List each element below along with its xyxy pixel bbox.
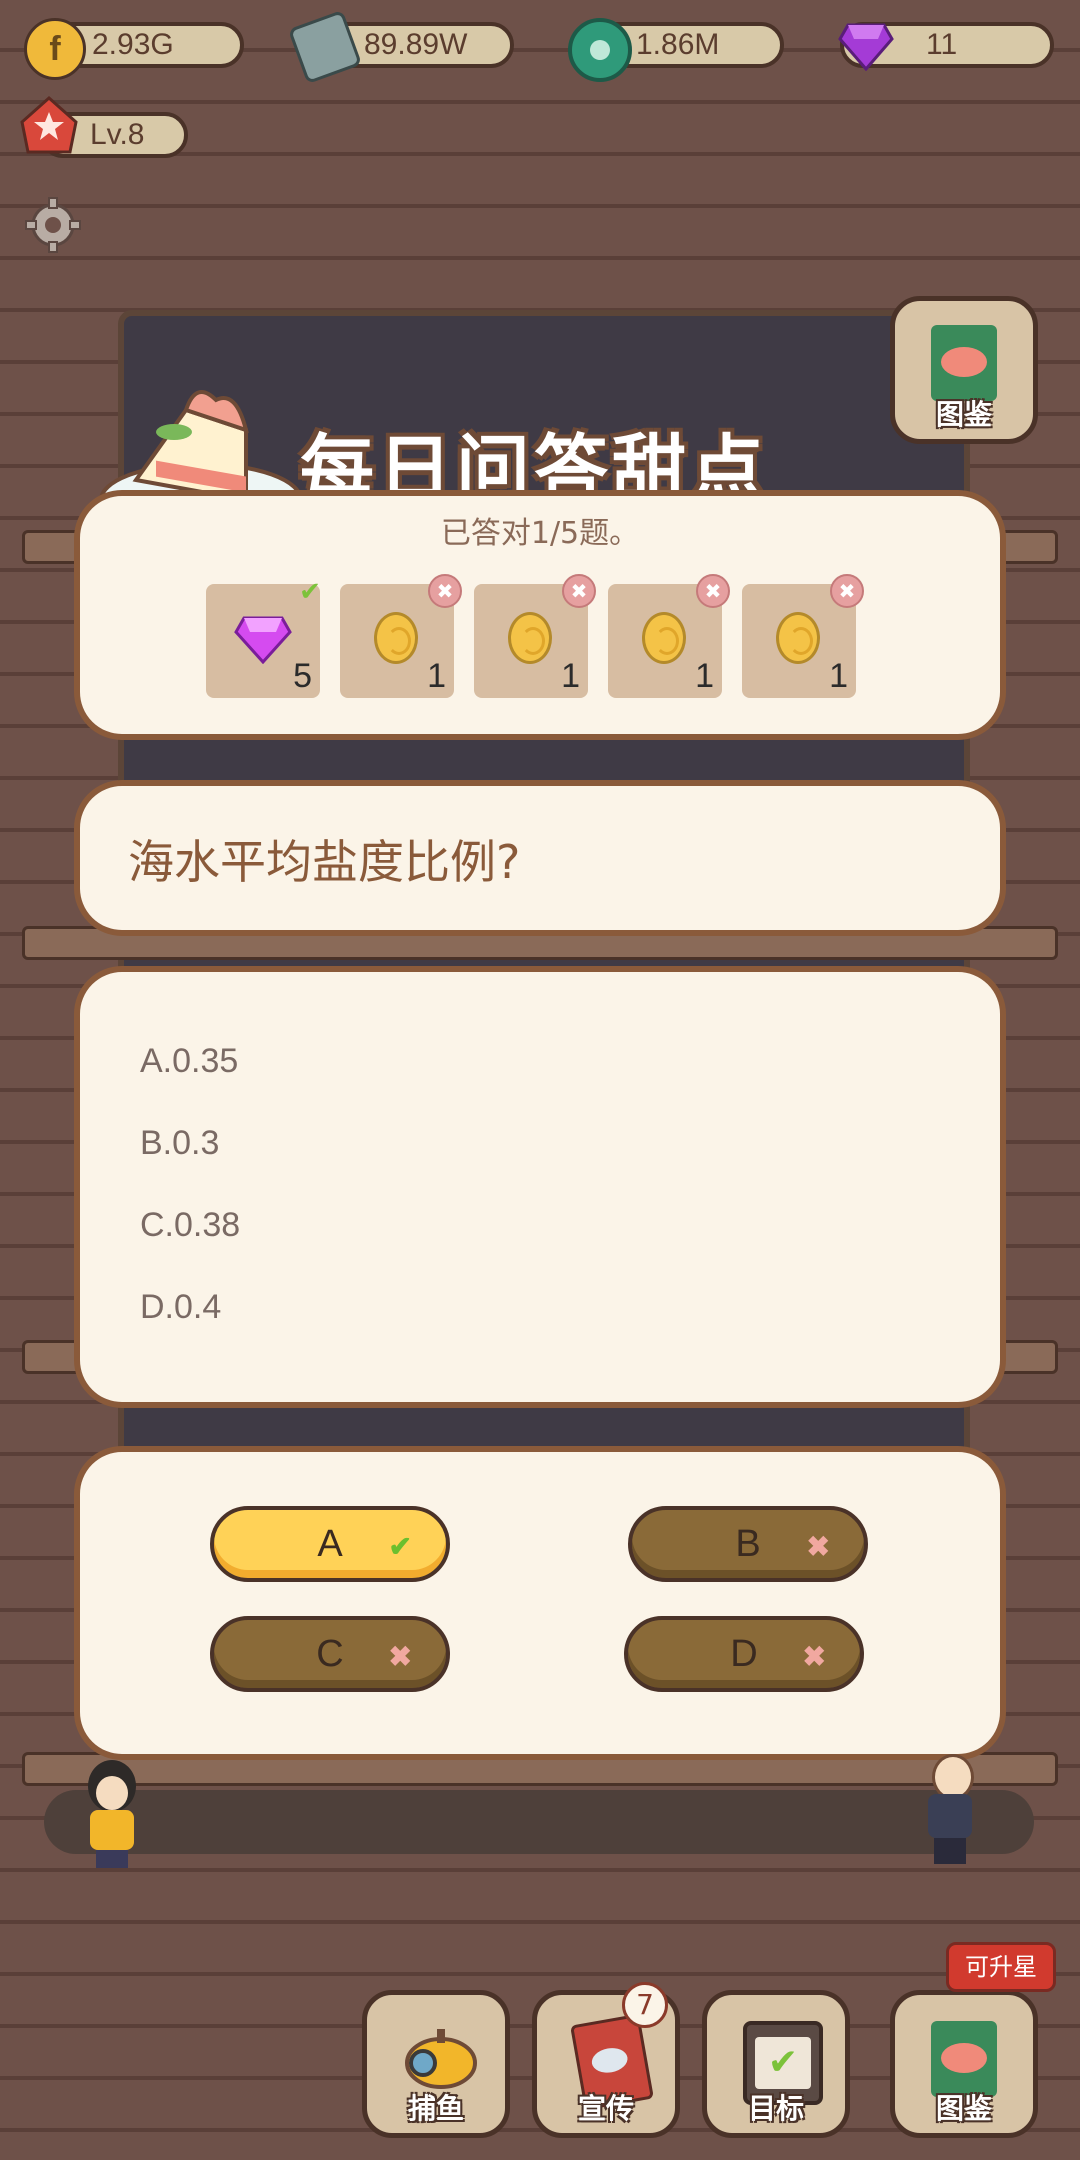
submarine-icon [397, 2023, 479, 2093]
cross-icon: ✖ [388, 1641, 412, 1672]
cash-counter[interactable]: 89.89W [287, 9, 514, 85]
answer-c-button[interactable]: C ✖ [210, 1616, 450, 1692]
reward-slot-3: ✖ 1 [474, 574, 596, 698]
purple-gem-icon [234, 616, 292, 664]
nav-fishing-button[interactable]: 捕鱼 [362, 1990, 510, 2138]
check-icon: ✔ [299, 577, 321, 607]
question-text: 海水平均盐度比例? [128, 835, 521, 889]
nav-goals-button[interactable]: ✔ 目标 [702, 1990, 850, 2138]
cross-icon: ✖ [806, 1531, 830, 1562]
answer-d-label: D [730, 1632, 758, 1675]
cash-stack-icon [287, 9, 363, 85]
coin-f-icon: f [24, 18, 86, 80]
floor-rug [44, 1790, 1034, 1854]
reward-slot-2: ✖ 1 [340, 574, 462, 698]
nav-fishing-label: 捕鱼 [407, 2092, 464, 2125]
answer-c-label: C [316, 1632, 344, 1675]
reward-amount: 1 [829, 657, 848, 695]
nav-promotion-label: 宣传 [577, 2092, 634, 2125]
answer-b-label: B [735, 1522, 761, 1565]
coin-icon [508, 612, 552, 664]
progress-text: 已答对1/5题。 [440, 516, 640, 551]
nav-goals-label: 目标 [747, 2092, 804, 2125]
answer-a-label: A [317, 1522, 343, 1565]
reward-slot-5: ✖ 1 [742, 574, 864, 698]
cross-icon: ✖ [696, 574, 730, 608]
cross-icon: ✖ [802, 1641, 826, 1672]
fish-book-icon [931, 325, 997, 401]
coin-icon [374, 612, 418, 664]
collection-label: 图鉴 [935, 398, 992, 431]
answer-panel [74, 1446, 1006, 1760]
cross-icon: ✖ [428, 574, 462, 608]
reward-amount: 1 [695, 657, 714, 695]
reward-amount: 1 [561, 657, 580, 695]
option-d-text: D.0.4 [140, 1288, 222, 1326]
visitor-character-right [920, 1754, 980, 1868]
option-a-text: A.0.35 [140, 1042, 239, 1080]
promotion-badge: 7 [622, 1982, 668, 2028]
option-b-text: B.0.3 [140, 1124, 220, 1162]
answer-d-button[interactable]: D ✖ [624, 1616, 864, 1692]
options-panel [74, 966, 1006, 1408]
coins-value: 2.93G [92, 28, 174, 61]
coins-counter[interactable]: f 2.93G [24, 18, 244, 80]
visitor-character-left [80, 1760, 144, 1870]
upgrade-star-tag: 可升星 [946, 1942, 1056, 1992]
star-house-icon [18, 94, 80, 156]
level-value: Lv.8 [90, 118, 145, 151]
collection-button[interactable]: 图鉴 [890, 296, 1038, 444]
reward-slot-4: ✖ 1 [608, 574, 730, 698]
question-panel: 海水平均盐度比例? [74, 780, 1006, 936]
reward-amount: 1 [427, 657, 446, 695]
coin-icon [642, 612, 686, 664]
cross-icon: ✖ [562, 574, 596, 608]
reward-slot-1: ✔ 5 [206, 577, 321, 698]
green-gem-icon [568, 18, 632, 82]
check-icon: ✔ [388, 1531, 412, 1562]
option-c-text: C.0.38 [140, 1206, 241, 1244]
nav-collection-button[interactable]: 图鉴 [890, 1990, 1038, 2138]
coin-icon [776, 612, 820, 664]
green-gem-value: 1.86M [636, 28, 720, 61]
reward-amount: 5 [293, 657, 312, 695]
cross-icon: ✖ [830, 574, 864, 608]
purple-gem-value: 11 [926, 28, 958, 61]
settings-gear-icon[interactable] [24, 196, 82, 254]
fish-book-icon [931, 2021, 997, 2097]
cash-value: 89.89W [364, 28, 468, 61]
purple-gem-counter[interactable]: 11 [838, 22, 1054, 71]
answer-b-button[interactable]: B ✖ [628, 1506, 868, 1582]
nav-collection-label: 图鉴 [935, 2092, 992, 2125]
green-gem-counter[interactable]: 1.86M [568, 18, 784, 82]
purple-gem-icon [838, 18, 894, 74]
answer-a-button[interactable]: A ✔ [210, 1506, 450, 1582]
